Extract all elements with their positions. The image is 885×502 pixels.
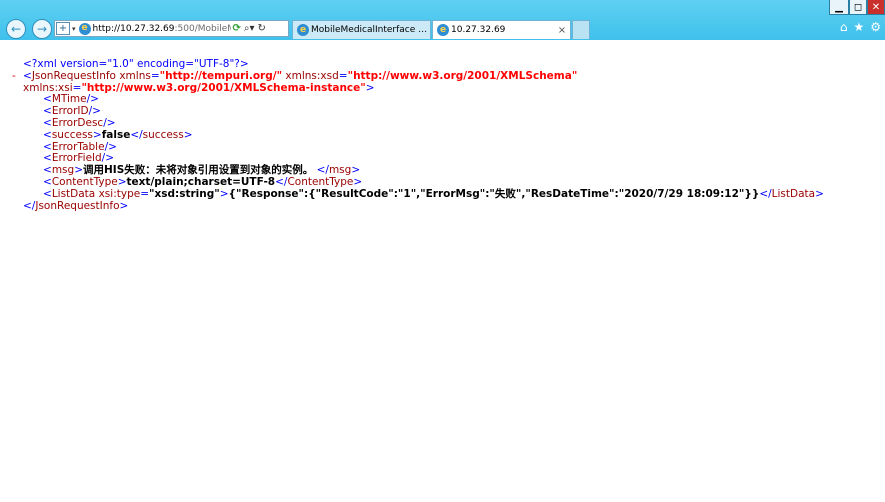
- xml-element-errorid: <ErrorID/>: [43, 105, 101, 118]
- address-bar[interactable]: + ▾ e http://10.27.32.69:500/MobileMed ⟳…: [54, 20, 289, 37]
- tag-name: success: [51, 128, 93, 141]
- tag-name: msg: [328, 164, 352, 177]
- tag-name: ErrorDesc: [51, 116, 104, 129]
- tab-label: 10.27.32.69: [451, 25, 506, 35]
- root-close-tag: </JsonRequestInfo>: [23, 199, 129, 212]
- attr-name: xsi:type: [98, 187, 141, 200]
- favorites-star-icon[interactable]: ★: [853, 20, 864, 34]
- url-host: http://10.27.32.69: [92, 23, 175, 34]
- xml-element-listdata: <ListData xsi:type="xsd:string">{"Respon…: [43, 187, 824, 200]
- maximize-button[interactable]: ◻: [849, 0, 867, 15]
- browser-chrome: ▁ ◻ ✕ ← → + ▾ e http://10.27.32.69:500/M…: [0, 0, 885, 40]
- root-tag-name: JsonRequestInfo: [31, 69, 116, 82]
- root-tag-name: JsonRequestInfo: [35, 199, 120, 212]
- tab-current[interactable]: e 10.27.32.69 ×: [432, 20, 571, 39]
- url-text[interactable]: http://10.27.32.69:500/MobileMed: [93, 24, 231, 34]
- plus-icon[interactable]: +: [56, 22, 70, 35]
- settings-gear-icon[interactable]: ⚙: [870, 20, 881, 34]
- attr-value: "http://www.w3.org/2001/XMLSchema-instan…: [81, 81, 366, 94]
- close-window-button[interactable]: ✕: [867, 0, 885, 15]
- browser-toolbar: ⌂ ★ ⚙: [840, 20, 881, 34]
- window-controls: ▁ ◻ ✕: [829, 0, 885, 15]
- minimize-button[interactable]: ▁: [829, 0, 849, 15]
- xml-element-success: <success>false</success>: [43, 128, 193, 141]
- tag-name: ContentType: [51, 175, 118, 188]
- tab-label: MobileMedicalInterface We...: [311, 25, 430, 35]
- chevron-down-icon[interactable]: ▾: [72, 25, 76, 33]
- tag-name: ListData: [51, 187, 96, 200]
- tag-name: ListData: [771, 187, 816, 200]
- compatibility-view-icon[interactable]: ⟳: [233, 23, 241, 34]
- attr-name: xmlns:xsd: [285, 69, 339, 82]
- element-text: 调用HIS失败：未将对象引用设置到对象的实例。: [83, 164, 314, 177]
- tag-name: ErrorID: [51, 105, 89, 118]
- xml-document: <?xml version="1.0" encoding="UTF-8"?> -…: [12, 58, 872, 212]
- xml-element-errortable: <ErrorTable/>: [43, 140, 117, 153]
- tag-name: success: [142, 128, 184, 141]
- tab-mobile-medical-interface[interactable]: e MobileMedicalInterface We...: [292, 20, 431, 39]
- root-open-tag: - <JsonRequestInfo xmlns="http://tempuri.…: [12, 69, 578, 94]
- attr-value: "http://tempuri.org/": [159, 69, 283, 82]
- search-icon[interactable]: ⌕▾: [244, 23, 255, 34]
- refresh-icon[interactable]: ↻: [258, 23, 266, 34]
- element-text: false: [101, 128, 131, 141]
- close-tab-icon[interactable]: ×: [556, 25, 568, 36]
- url-path: :500/MobileMed: [174, 23, 230, 34]
- home-icon[interactable]: ⌂: [840, 20, 848, 34]
- xml-viewer: <?xml version="1.0" encoding="UTF-8"?> -…: [0, 40, 885, 502]
- attr-value: "http://www.w3.org/2001/XMLSchema": [347, 69, 578, 82]
- element-text: text/plain;charset=UTF-8: [126, 175, 276, 188]
- attr-name: xmlns:xsi: [23, 81, 73, 94]
- tag-name: ErrorTable: [51, 140, 105, 153]
- address-tools: ⟳ ⌕▾ ↻: [233, 23, 266, 34]
- collapse-toggle[interactable]: -: [12, 70, 16, 83]
- tag-name: ContentType: [287, 175, 354, 188]
- back-button[interactable]: ←: [6, 19, 26, 39]
- ie-tab-icon: e: [437, 24, 449, 36]
- tag-name: ErrorField: [51, 152, 102, 165]
- attr-value: "xsd:string": [149, 187, 220, 200]
- ie-page-icon: e: [78, 22, 91, 35]
- new-tab-button[interactable]: [572, 20, 590, 39]
- xml-element-mtime: <MTime/>: [43, 93, 99, 106]
- element-text: {"Response":{"ResultCode":"1","ErrorMsg"…: [228, 187, 760, 200]
- tag-name: msg: [51, 164, 75, 177]
- forward-button[interactable]: →: [32, 19, 52, 39]
- tag-name: MTime: [51, 93, 87, 106]
- attr-name: xmlns: [119, 69, 151, 82]
- ie-tab-icon: e: [297, 24, 309, 36]
